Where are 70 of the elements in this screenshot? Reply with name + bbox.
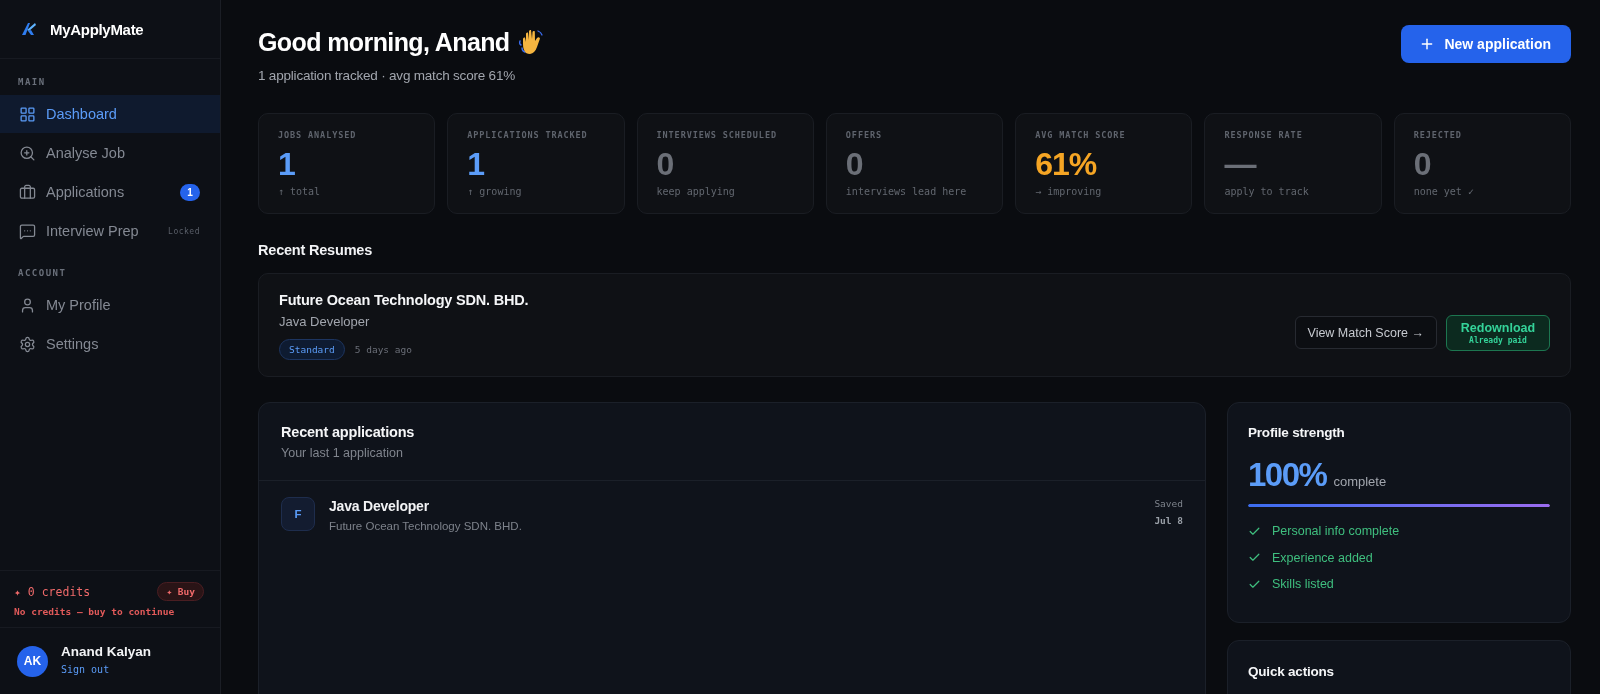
check-label: Skills listed bbox=[1272, 577, 1334, 592]
panel-subtitle: Your last 1 application bbox=[281, 445, 404, 462]
card-title: Quick actions bbox=[1248, 662, 1334, 681]
plan-badge: Standard bbox=[279, 339, 345, 360]
stat-note: keep applying bbox=[656, 185, 736, 199]
section-title: Recent Resumes bbox=[258, 241, 374, 260]
view-match-score-button[interactable]: View Match Score → bbox=[1294, 316, 1437, 349]
application-title[interactable]: Java Developer bbox=[329, 497, 429, 515]
nav-item[interactable]: Applications 1 bbox=[0, 173, 220, 211]
redownload-button[interactable]: Redownload Already paid bbox=[1446, 314, 1550, 351]
briefcase-icon bbox=[19, 183, 36, 201]
stat-note: ↑ total bbox=[278, 185, 322, 199]
panel-title: Recent applications bbox=[281, 423, 416, 442]
card-title: Profile strength bbox=[1248, 424, 1345, 442]
check-label: Personal info complete bbox=[1272, 524, 1400, 539]
check-label: Experience added bbox=[1272, 550, 1373, 565]
buy-button[interactable]: ✦ Buy bbox=[157, 582, 204, 601]
nav-item[interactable]: Dashboard bbox=[0, 95, 220, 133]
brand-name: MyApplyMate bbox=[50, 20, 144, 38]
stat-value: 1 bbox=[278, 146, 295, 182]
profile-score: 100% bbox=[1248, 456, 1327, 494]
stat-label: JOBS ANALYSED bbox=[278, 130, 358, 141]
application-date: Jul 8 bbox=[1154, 514, 1183, 527]
stat-value: 0 bbox=[656, 146, 674, 182]
stat-label: RESPONSE RATE bbox=[1224, 130, 1304, 141]
zoom-in-icon bbox=[19, 144, 36, 162]
stat-value: 1 bbox=[467, 146, 485, 182]
section-label: MAIN bbox=[17, 76, 47, 89]
stat-label: OFFERS bbox=[845, 130, 883, 141]
nav-item[interactable]: Analyse Job bbox=[0, 134, 220, 172]
application-status: Saved bbox=[1154, 497, 1183, 510]
nav-item[interactable]: My Profile bbox=[0, 286, 220, 324]
greeting-title: Good morning, Anand bbox=[258, 27, 510, 57]
user-avatar: AK bbox=[17, 645, 48, 677]
nav-item[interactable]: Interview Prep Locked bbox=[0, 212, 220, 250]
score-suffix: complete bbox=[1333, 474, 1387, 489]
grid-icon bbox=[19, 105, 36, 123]
company-initial: F bbox=[281, 497, 315, 531]
stat-label: APPLICATIONS TRACKED bbox=[467, 130, 589, 141]
stat-note: ↑ growing bbox=[467, 185, 523, 199]
stat-note: apply to track bbox=[1224, 185, 1310, 199]
stat-label: REJECTED bbox=[1413, 130, 1463, 141]
sign-out-link[interactable]: Sign out bbox=[61, 664, 110, 675]
stat-note: → improving bbox=[1035, 185, 1103, 199]
section-label: ACCOUNT bbox=[17, 267, 68, 280]
time-ago: 5 days ago bbox=[354, 344, 412, 355]
greeting-subtitle: 1 application tracked · avg match score 61% bbox=[258, 67, 517, 85]
stat-value: 61% bbox=[1035, 146, 1097, 182]
credits-count: ✦ 0 credits bbox=[14, 584, 91, 599]
job-role: Java Developer bbox=[279, 313, 371, 331]
count-badge: 1 bbox=[180, 183, 200, 201]
company-name: Future Ocean Technology SDN. BHD. bbox=[279, 291, 529, 310]
nav-item[interactable]: Settings bbox=[0, 325, 220, 363]
stat-value: 0 bbox=[845, 146, 863, 182]
stat-note: none yet ✓ bbox=[1413, 185, 1475, 199]
locked-label: Locked bbox=[168, 226, 200, 236]
message-icon bbox=[19, 222, 36, 240]
settings-icon bbox=[19, 335, 36, 353]
stat-value: 0 bbox=[1413, 146, 1431, 182]
stat-note: interviews lead here bbox=[845, 185, 968, 199]
new-application-button[interactable]: New application bbox=[1401, 24, 1571, 63]
stat-label: AVG MATCH SCORE bbox=[1035, 130, 1127, 141]
credits-message: No credits — buy to continue bbox=[14, 606, 176, 617]
user-name: Anand Kalyan bbox=[61, 644, 152, 659]
stat-value: — bbox=[1224, 146, 1256, 182]
logo-icon bbox=[22, 23, 36, 35]
user-icon bbox=[19, 296, 36, 314]
waving-hand-icon bbox=[518, 29, 543, 55]
stat-label: INTERVIEWS SCHEDULED bbox=[656, 130, 778, 141]
application-company: Future Ocean Technology SDN. BHD. bbox=[329, 519, 522, 534]
